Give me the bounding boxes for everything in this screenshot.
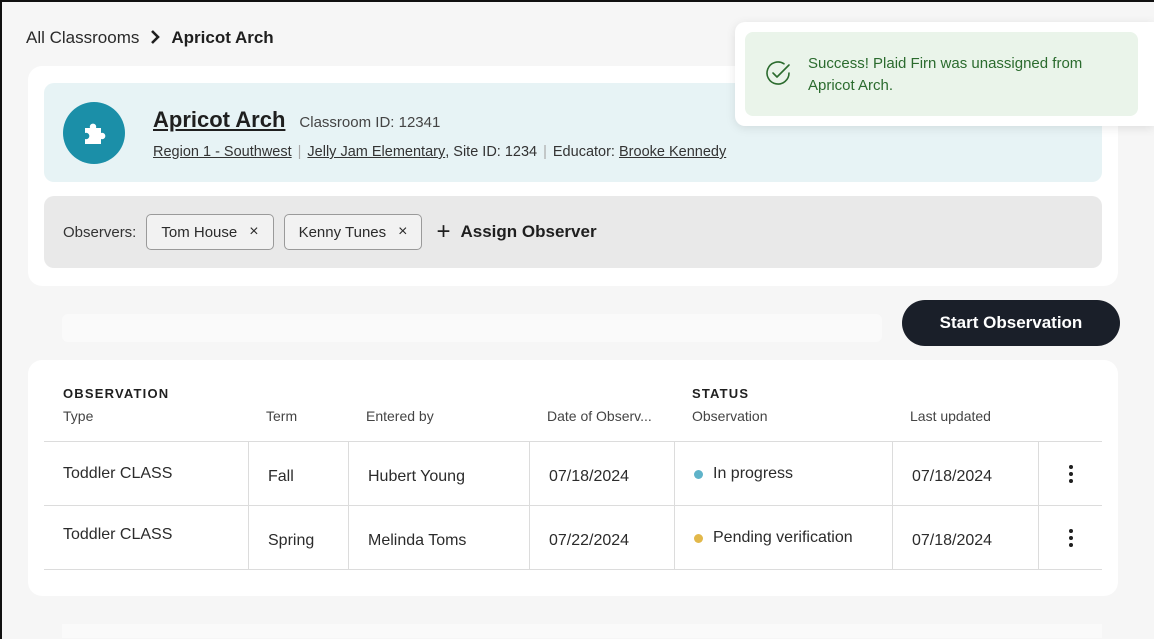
educator-link[interactable]: Brooke Kennedy <box>619 144 726 160</box>
puzzle-icon <box>63 102 125 164</box>
cell-date: 07/22/2024 <box>529 506 674 570</box>
column-header-entered-by[interactable]: Entered by <box>366 408 434 424</box>
cell-last-updated: 07/18/2024 <box>892 506 1038 570</box>
cell-date: 07/18/2024 <box>529 442 674 506</box>
observations-table: OBSERVATION STATUS Type Term Entered by … <box>44 386 1102 570</box>
bottom-spacer <box>62 624 1102 638</box>
cell-text: Toddler CLASS <box>63 465 173 482</box>
column-header-last-updated[interactable]: Last updated <box>910 408 991 424</box>
kebab-dots <box>1068 465 1073 483</box>
plus-icon: + <box>436 218 451 245</box>
observers-bar: Observers: Tom House × Kenny Tunes × + A… <box>44 196 1102 268</box>
classroom-title-row: Apricot Arch Classroom ID: 12341 <box>153 107 440 133</box>
row-actions-kebab-icon[interactable] <box>1038 506 1102 570</box>
observer-chip-label: Kenny Tunes <box>298 223 387 241</box>
observer-chip-label: Tom House <box>161 223 238 241</box>
cell-entered-by: Hubert Young <box>348 442 529 506</box>
meta-divider: | <box>297 144 302 160</box>
table-row[interactable]: Toddler CLASS Spring Melinda Toms 07/22/… <box>44 506 1102 570</box>
cell-last-updated: 07/18/2024 <box>892 442 1038 506</box>
status-badge: Pending verification <box>713 529 853 546</box>
status-badge: In progress <box>713 465 794 482</box>
assign-observer-label: Assign Observer <box>460 222 597 241</box>
close-icon[interactable]: × <box>249 223 258 241</box>
group-header-status: STATUS <box>692 386 750 401</box>
assign-observer-button[interactable]: + Assign Observer <box>436 220 596 244</box>
classroom-meta: Region 1 - Southwest | Jelly Jam Element… <box>153 144 726 160</box>
breadcrumb-all-classrooms[interactable]: All Classrooms <box>26 28 139 48</box>
check-circle-icon <box>763 58 793 93</box>
cell-text: 07/18/2024 <box>912 468 993 485</box>
cell-status: In progress <box>674 442 892 506</box>
toast-message: Success! Plaid Firn was unassigned from … <box>808 55 1083 94</box>
close-icon[interactable]: × <box>398 223 407 241</box>
row-actions-kebab-icon[interactable] <box>1038 442 1102 506</box>
meta-comma: , <box>445 144 454 160</box>
cell-type: Toddler CLASS <box>44 506 248 570</box>
column-header-observation-status[interactable]: Observation <box>692 408 767 424</box>
group-header-observation: OBSERVATION <box>63 386 170 401</box>
start-observation-button[interactable]: Start Observation <box>902 300 1120 346</box>
classroom-name-link[interactable]: Apricot Arch <box>153 107 285 133</box>
kebab-dots <box>1068 529 1073 547</box>
column-header-date[interactable]: Date of Observ... <box>547 408 652 424</box>
column-header-type[interactable]: Type <box>63 408 93 424</box>
region-link[interactable]: Region 1 - Southwest <box>153 144 292 160</box>
cell-status: Pending verification <box>674 506 892 570</box>
cell-text: Melinda Toms <box>368 532 467 549</box>
column-header-term[interactable]: Term <box>266 408 297 424</box>
meta-divider: | <box>543 144 547 160</box>
cell-term: Spring <box>248 506 348 570</box>
toast-container: Success! Plaid Firn was unassigned from … <box>735 22 1154 126</box>
cell-text: Fall <box>268 468 294 485</box>
cell-term: Fall <box>248 442 348 506</box>
success-toast[interactable]: Success! Plaid Firn was unassigned from … <box>745 32 1138 116</box>
cell-text: 07/18/2024 <box>912 532 993 549</box>
observer-chip-tom-house: Tom House × <box>146 214 274 250</box>
educator-label: Educator: <box>552 144 615 160</box>
classroom-id: Classroom ID: 12341 <box>299 114 441 131</box>
status-dot-icon <box>694 469 703 479</box>
cell-text: 07/18/2024 <box>549 468 630 485</box>
school-link[interactable]: Jelly Jam Elementary <box>307 144 445 160</box>
chevron-right-icon <box>149 28 161 49</box>
cell-text: Hubert Young <box>368 468 465 485</box>
site-id: Site ID: 1234 <box>453 144 538 160</box>
table-header: OBSERVATION STATUS Type Term Entered by … <box>44 386 1102 442</box>
observer-chip-kenny-tunes: Kenny Tunes × <box>283 214 423 250</box>
cell-text: 07/22/2024 <box>549 532 630 549</box>
spacer-strip <box>62 314 882 342</box>
table-row[interactable]: Toddler CLASS Fall Hubert Young 07/18/20… <box>44 442 1102 506</box>
observers-label: Observers: <box>63 223 137 241</box>
cell-entered-by: Melinda Toms <box>348 506 529 570</box>
status-dot-icon <box>694 533 703 543</box>
breadcrumb-current: Apricot Arch <box>171 28 274 47</box>
cell-type: Toddler CLASS <box>44 442 248 506</box>
cell-text: Spring <box>268 532 315 549</box>
cell-text: Toddler CLASS <box>63 526 173 543</box>
breadcrumb: All Classrooms Apricot Arch <box>26 26 274 50</box>
